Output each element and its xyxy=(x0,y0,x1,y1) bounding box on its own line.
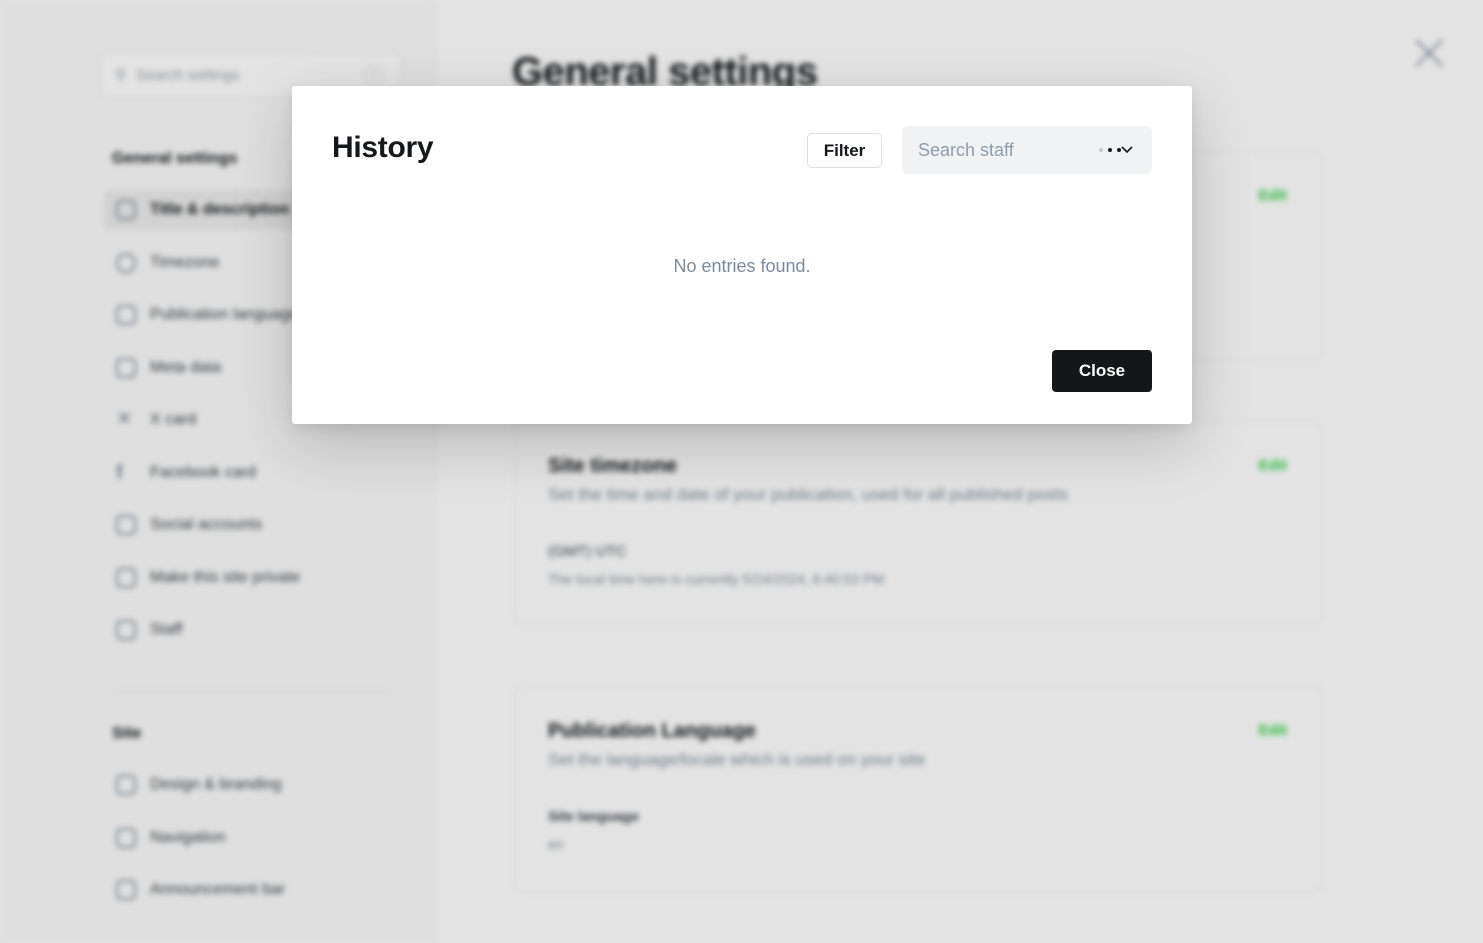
search-staff-input[interactable] xyxy=(902,126,1092,174)
filter-button[interactable]: Filter xyxy=(807,133,882,168)
history-modal: History Filter No entries found. Close xyxy=(292,86,1192,424)
modal-title: History xyxy=(332,131,434,164)
loading-dots-icon xyxy=(1099,148,1121,152)
empty-state-message: No entries found. xyxy=(673,256,811,276)
chevron-down-icon[interactable] xyxy=(1120,144,1134,156)
close-button[interactable]: Close xyxy=(1052,350,1152,392)
search-staff-select[interactable] xyxy=(902,126,1152,174)
